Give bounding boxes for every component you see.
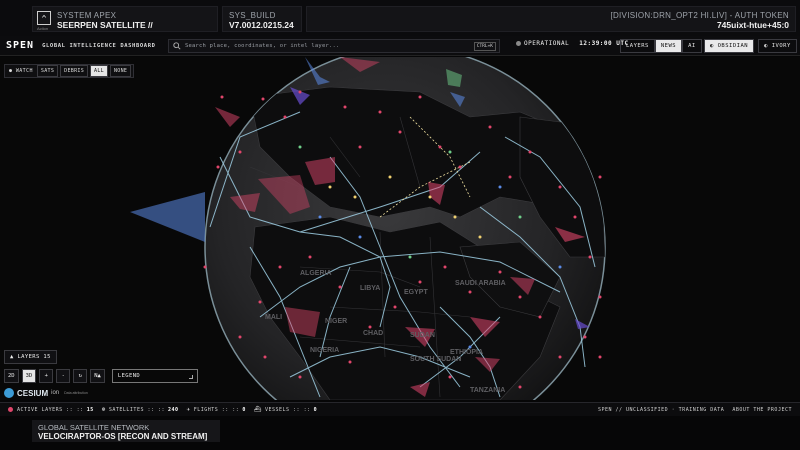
theme-obsidian-button[interactable]: ◐ OBSIDIAN xyxy=(704,39,755,53)
country-label: CHAD xyxy=(363,330,383,337)
logo-caption: Action xyxy=(37,26,49,31)
country-label: ETHIOPIA xyxy=(450,349,483,356)
status-bar: ACTIVE LAYERS :: :: 15 ⊛ SATELLITES :: :… xyxy=(0,402,800,416)
filter-debris-button[interactable]: DEBRIS xyxy=(60,65,89,77)
system-subtitle: SEERPEN SATELLITE // xyxy=(57,20,153,30)
classification-label: SPEN // UNCLASSIFIED · TRAINING DATA xyxy=(597,407,725,413)
vessels-label: VESSELS :: :: xyxy=(264,406,311,413)
vessels-value: 0 xyxy=(313,406,318,413)
country-label: SUDAN xyxy=(410,332,435,339)
globe-viewport[interactable]: ALGERIA LIBYA EGYPT SAUDI ARABIA NIGER C… xyxy=(0,57,800,400)
view-2d-button[interactable]: 2D xyxy=(4,369,19,383)
build-label: SYS_BUILD xyxy=(229,11,276,20)
theme-ivory-button[interactable]: ◐ IVORY xyxy=(758,39,797,53)
system-status: OPERATIONAL 12:39:00 UTC xyxy=(516,40,629,47)
search-icon xyxy=(173,42,181,50)
status-bar-links: SPEN // UNCLASSIFIED · TRAINING DATA ABO… xyxy=(598,407,792,413)
country-label: TANZANIA xyxy=(470,387,505,394)
tab-layers[interactable]: LAYERS xyxy=(620,39,655,53)
globe-render[interactable]: ALGERIA LIBYA EGYPT SAUDI ARABIA NIGER C… xyxy=(0,57,800,400)
theme-switcher: ◐ OBSIDIAN ◐ IVORY xyxy=(704,39,797,53)
apex-logo-icon: ^ xyxy=(37,11,51,25)
vessels-stat: ⛴ VESSELS :: :: 0 xyxy=(254,406,317,413)
country-label: SOUTH SUDAN xyxy=(410,356,461,363)
data-attribution-link[interactable]: Data attribution xyxy=(64,391,88,395)
satellites-value: 240 xyxy=(168,406,179,413)
country-label: EGYPT xyxy=(404,289,428,296)
header-tabs: LAYERS NEWS AI xyxy=(620,39,702,53)
filter-none-button[interactable]: NONE xyxy=(109,65,132,77)
tab-news[interactable]: NEWS xyxy=(654,39,683,53)
flights-label: FLIGHTS :: :: xyxy=(193,406,240,413)
north-compass-button[interactable]: N▲ xyxy=(90,369,105,383)
country-label: NIGERIA xyxy=(310,347,339,354)
country-label: LIBYA xyxy=(360,285,380,292)
system-logo-panel: ^ Action SYSTEM APEX SEERPEN SATELLITE /… xyxy=(32,6,218,32)
layers-count-label: LAYERS 15 xyxy=(17,354,51,360)
flights-stat: ✈ FLIGHTS :: :: 0 xyxy=(187,406,246,413)
half-circle-icon: ◐ xyxy=(710,43,714,49)
search-shortcut: CTRL+K xyxy=(473,41,496,51)
legend-dropdown[interactable]: LEGEND xyxy=(111,369,198,383)
ship-icon: ⛴ xyxy=(253,406,262,413)
half-circle-icon: ◐ xyxy=(764,43,768,49)
view-controls: 2D 3D + - ↻ N▲ LEGEND xyxy=(4,369,198,383)
status-dot-icon xyxy=(516,41,521,46)
country-label: SAUDI ARABIA xyxy=(455,280,506,287)
theme-obsidian-label: OBSIDIAN xyxy=(717,43,749,49)
view-3d-button[interactable]: 3D xyxy=(21,369,37,383)
cesium-ion: ion xyxy=(51,390,60,396)
layers-dot-icon xyxy=(8,407,13,412)
satellites-label: SATELLITES :: :: xyxy=(108,406,166,413)
zoom-out-button[interactable]: - xyxy=(56,369,71,383)
active-layers-stat: ACTIVE LAYERS :: :: 15 xyxy=(8,407,94,413)
filter-sats-button[interactable]: SATS xyxy=(36,65,59,77)
caption-title: GLOBAL SATELLITE NETWORK xyxy=(38,423,150,432)
triangle-up-icon: ▲ xyxy=(10,354,18,360)
build-panel: SYS_BUILD V7.0012.0215.24 xyxy=(222,6,302,32)
app-header: SPEN GLOBAL INTELLIGENCE DASHBOARD Searc… xyxy=(0,36,800,56)
theme-ivory-label: IVORY xyxy=(771,43,791,49)
tab-ai[interactable]: AI xyxy=(682,39,702,53)
cesium-attribution[interactable]: CESIUM ion Data attribution xyxy=(4,388,88,398)
system-banner: ^ Action SYSTEM APEX SEERPEN SATELLITE /… xyxy=(0,0,800,36)
reset-view-icon[interactable]: ↻ xyxy=(73,369,88,383)
watch-filter-bar: ● WATCH SATS DEBRIS ALL NONE xyxy=(4,64,135,78)
cesium-wordmark: CESIUM xyxy=(17,388,49,398)
country-label: MALI xyxy=(265,314,282,321)
zoom-in-button[interactable]: + xyxy=(39,369,54,383)
brand-logo[interactable]: SPEN xyxy=(6,40,34,51)
country-label: NIGER xyxy=(325,318,347,325)
build-version: V7.0012.0215.24 xyxy=(229,20,294,30)
status-text: OPERATIONAL xyxy=(524,40,570,47)
active-layers-value: 15 xyxy=(86,406,94,413)
caption-subtitle: VELOCIRAPTOR-OS [RECON AND STREAM] xyxy=(38,432,208,441)
active-layers-label: ACTIVE LAYERS :: :: xyxy=(17,406,84,413)
auth-panel: [DIVISION:DRN_OPT2 HI.LIV] - AUTH TOKEN … xyxy=(306,6,796,32)
about-project-link[interactable]: ABOUT THE PROJECT xyxy=(732,407,792,413)
auth-division: [DIVISION:DRN_OPT2 HI.LIV] - AUTH TOKEN xyxy=(610,11,789,20)
watch-label: ● WATCH xyxy=(9,68,33,74)
filter-all-button[interactable]: ALL xyxy=(90,65,108,77)
system-name: SYSTEM APEX xyxy=(57,11,117,20)
search-bar[interactable]: Search place, coordinates, or intel laye… xyxy=(168,39,500,53)
satellites-stat: ⊛ SATELLITES :: :: 240 xyxy=(102,406,179,413)
country-label: ALGERIA xyxy=(300,270,332,277)
flights-value: 0 xyxy=(242,406,246,413)
search-input[interactable]: Search place, coordinates, or intel laye… xyxy=(185,43,474,49)
watch-label-text: WATCH xyxy=(15,68,33,74)
layers-toggle-button[interactable]: ▲ LAYERS 15 xyxy=(4,350,57,364)
satellite-icon: ⊛ xyxy=(101,406,106,413)
cesium-logo-icon xyxy=(4,388,14,398)
dashboard-title: GLOBAL INTELLIGENCE DASHBOARD xyxy=(42,42,156,49)
plane-icon: ✈ xyxy=(186,406,191,413)
auth-token: 745uixt-htue+45:0 xyxy=(716,20,789,30)
footer-caption: GLOBAL SATELLITE NETWORK VELOCIRAPTOR-OS… xyxy=(32,420,220,442)
